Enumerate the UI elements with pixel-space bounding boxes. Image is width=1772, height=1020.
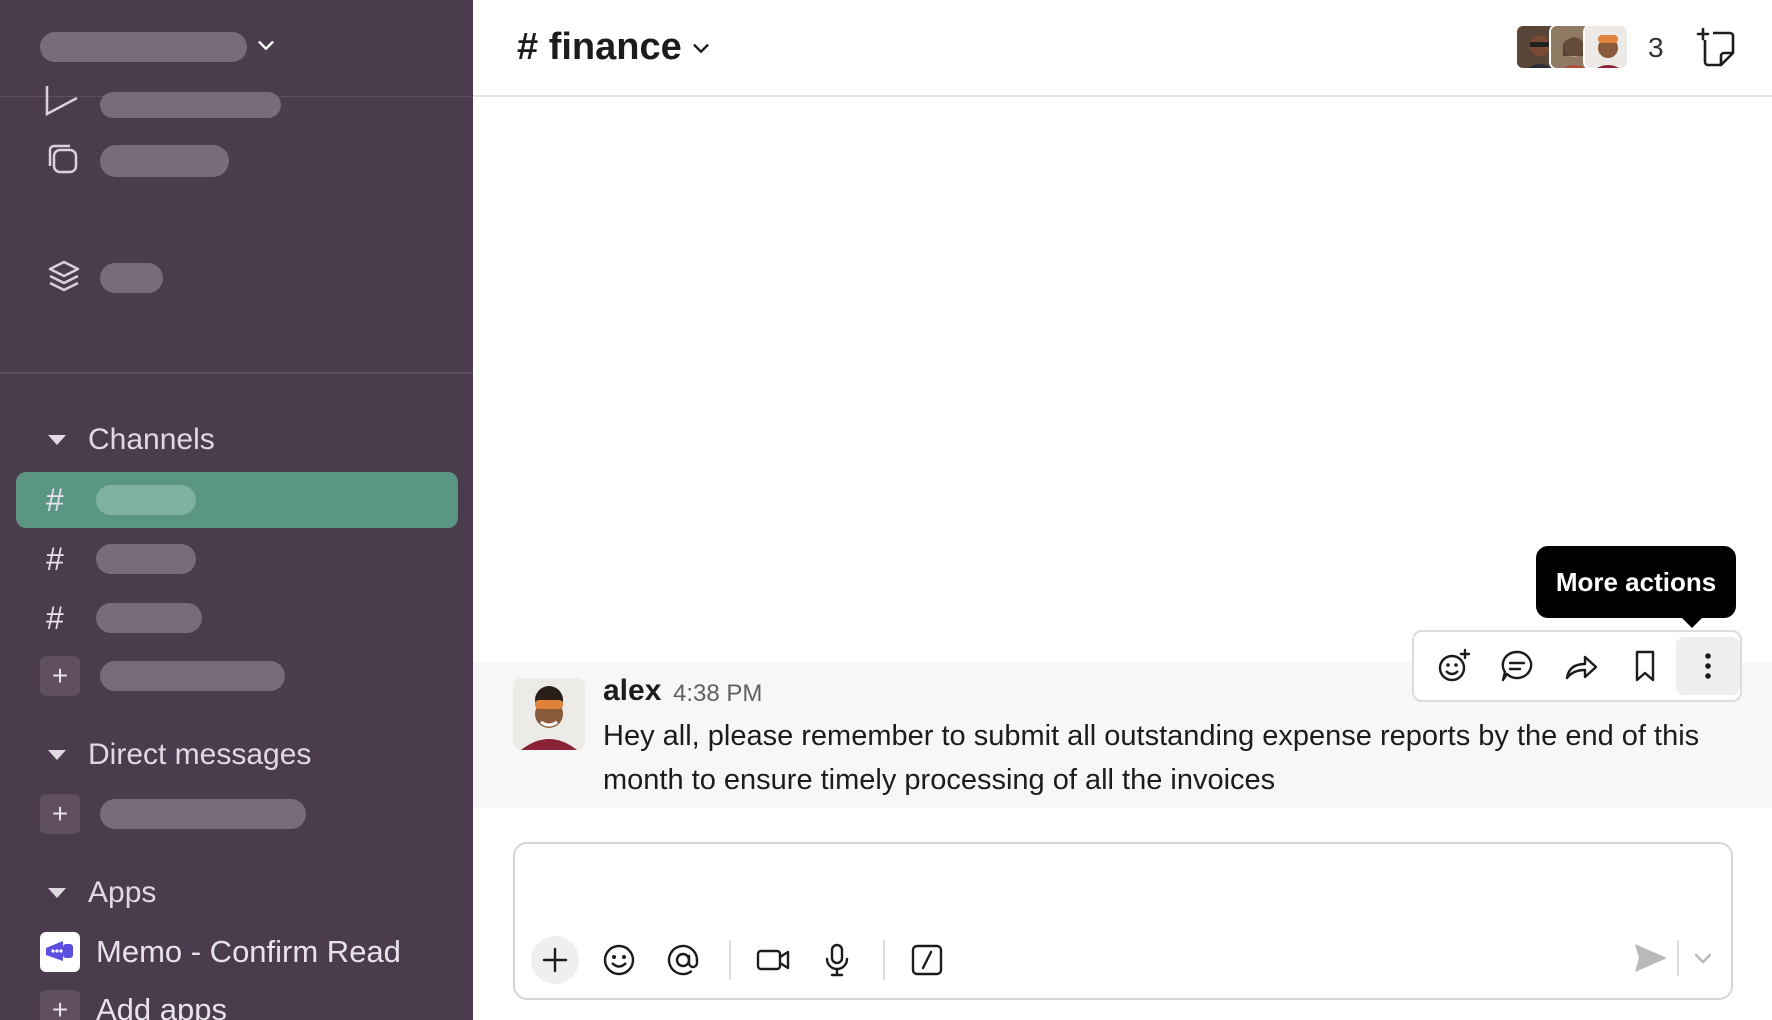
record-audio-button[interactable]: [813, 936, 861, 984]
forward-message-button[interactable]: [1549, 637, 1613, 695]
channel-view: # finance 3 More actions alex 4:38 PM He…: [473, 0, 1772, 1020]
channels-label: Channels: [88, 423, 215, 456]
video-camera-icon: [756, 949, 790, 971]
avatar[interactable]: [513, 678, 585, 750]
at-sign-icon: [667, 944, 699, 976]
reply-in-thread-button[interactable]: [1486, 637, 1550, 695]
new-canvas-icon[interactable]: [1695, 26, 1739, 70]
channels-section-header[interactable]: Channels: [48, 423, 215, 457]
copy-icon[interactable]: [46, 142, 82, 178]
add-reaction-icon: [1438, 648, 1470, 682]
attach-button[interactable]: [531, 936, 579, 984]
send-icon[interactable]: [44, 86, 80, 116]
send-icon[interactable]: [1631, 938, 1671, 978]
channel-header: # finance 3: [473, 0, 1772, 97]
add-reaction-button[interactable]: [1422, 637, 1486, 695]
sidebar-channel[interactable]: #: [16, 590, 458, 646]
channel-name-redacted: [96, 485, 196, 515]
toolbar-divider: [883, 940, 885, 980]
workspace-name-redacted[interactable]: [40, 32, 247, 62]
emoji-button[interactable]: [595, 936, 643, 984]
megaphone-app-icon[interactable]: [40, 932, 80, 972]
chevron-down-icon[interactable]: [255, 34, 277, 56]
channel-hash-icon: #: [46, 481, 64, 518]
channel-name-redacted: [96, 603, 202, 633]
avatar: [1583, 24, 1629, 70]
message-author[interactable]: alex: [603, 674, 661, 708]
channel-hash-icon: #: [46, 540, 64, 577]
more-vertical-icon: [1705, 653, 1711, 679]
sidebar: Channels # # # + Direct messages + Apps …: [0, 0, 473, 1020]
more-actions-tooltip: More actions: [1536, 546, 1736, 628]
channel-hash-icon: #: [46, 599, 64, 636]
bookmark-icon: [1635, 650, 1654, 682]
sidebar-channel-active[interactable]: #: [16, 472, 458, 528]
apps-label: Apps: [88, 876, 157, 909]
slash-command-icon: [911, 944, 943, 976]
caret-down-icon: [48, 750, 66, 760]
layers-icon[interactable]: [46, 258, 82, 294]
add-dm-label-redacted[interactable]: [100, 799, 306, 829]
add-apps-label[interactable]: Add apps: [96, 992, 227, 1020]
composer-toolbar: [531, 936, 967, 984]
thread-icon: [1502, 650, 1533, 682]
message-text: Hey all, please remember to submit all o…: [603, 720, 1700, 796]
caret-down-icon: [48, 888, 66, 898]
add-apps-button[interactable]: +: [40, 990, 80, 1020]
sidebar-item-redacted[interactable]: [100, 92, 281, 118]
channel-name-redacted: [96, 544, 196, 574]
add-channel-button[interactable]: +: [40, 656, 80, 696]
sidebar-channel[interactable]: #: [16, 531, 458, 587]
toolbar-divider: [729, 940, 731, 980]
add-channel-label-redacted[interactable]: [100, 661, 285, 691]
add-dm-button[interactable]: +: [40, 794, 80, 834]
member-count[interactable]: 3: [1648, 32, 1664, 64]
chevron-down-icon: [693, 43, 709, 53]
channel-title-button[interactable]: # finance: [517, 26, 712, 69]
dm-section-header[interactable]: Direct messages: [48, 738, 311, 772]
apps-section-header[interactable]: Apps: [48, 876, 156, 910]
workspace-header[interactable]: [0, 0, 473, 97]
message-composer[interactable]: [513, 842, 1733, 1000]
share-icon: [1565, 655, 1598, 680]
sidebar-item-redacted[interactable]: [100, 145, 229, 177]
chevron-down-icon[interactable]: [1691, 946, 1715, 970]
sidebar-item-redacted[interactable]: [100, 263, 163, 293]
message-timestamp[interactable]: 4:38 PM: [673, 680, 762, 708]
mention-button[interactable]: [659, 936, 707, 984]
microphone-icon: [825, 943, 849, 977]
more-actions-button[interactable]: [1676, 637, 1740, 695]
channel-name: # finance: [517, 26, 682, 68]
dm-label: Direct messages: [88, 738, 312, 771]
plus-icon: [542, 947, 568, 973]
message-actions-toolbar: [1412, 630, 1742, 702]
app-memo-confirm-read[interactable]: Memo - Confirm Read: [96, 934, 401, 970]
shortcuts-button[interactable]: [903, 936, 951, 984]
save-for-later-button[interactable]: [1613, 637, 1677, 695]
emoji-icon: [603, 944, 635, 976]
record-video-button[interactable]: [749, 936, 797, 984]
divider: [0, 372, 473, 374]
send-divider: [1677, 940, 1679, 976]
caret-down-icon: [48, 435, 66, 445]
member-avatars[interactable]: [1515, 24, 1629, 70]
